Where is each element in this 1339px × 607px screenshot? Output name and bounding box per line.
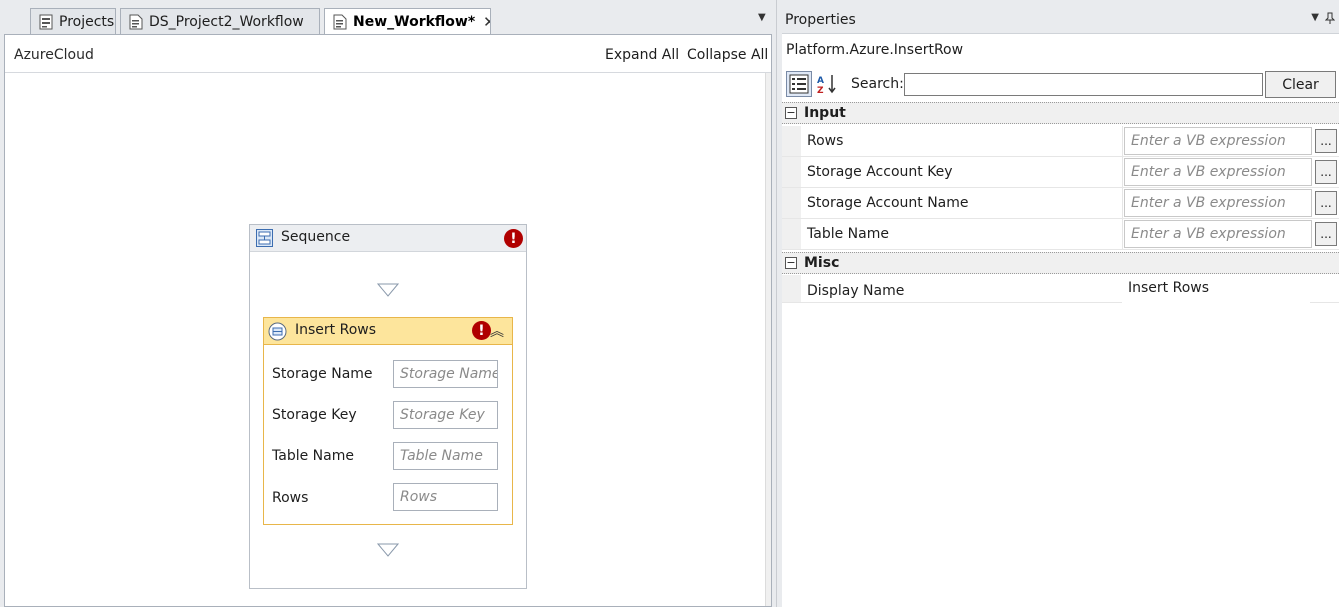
storage-name-label: Storage Name <box>272 366 373 382</box>
document-tab-strip: Projects DS_Project2_Workflow New_Workfl… <box>0 0 776 35</box>
pin-icon[interactable] <box>1324 12 1336 27</box>
panel-controls: ▼ <box>1311 12 1336 27</box>
tab-label: DS_Project2_Workflow <box>149 13 304 30</box>
properties-titlebar: Properties ▼ <box>782 0 1339 34</box>
property-value-input[interactable]: Enter a VB expression <box>1124 189 1312 217</box>
property-name: Table Name <box>807 226 889 242</box>
row-gutter <box>782 275 801 302</box>
property-search-input[interactable] <box>904 73 1263 96</box>
tab-list-dropdown-icon[interactable]: ▼ <box>758 12 766 23</box>
property-row-storage-account-key[interactable]: Storage Account Key Enter a VB expressio… <box>782 157 1339 188</box>
clear-button[interactable]: Clear <box>1265 71 1336 98</box>
workflow-file-icon <box>129 14 143 30</box>
rows-label: Rows <box>272 490 309 506</box>
property-row-storage-account-name[interactable]: Storage Account Name Enter a VB expressi… <box>782 188 1339 219</box>
property-name: Display Name <box>807 283 905 299</box>
collapse-category-icon[interactable]: − <box>785 107 797 119</box>
tab-label: New_Workflow* <box>353 14 476 30</box>
column-divider <box>1122 219 1123 249</box>
insert-rows-activity[interactable]: Insert Rows ! ︽ Storage Name Storage Nam… <box>263 317 513 525</box>
row-gutter <box>782 157 801 187</box>
category-label: Misc <box>804 255 840 271</box>
sequence-title: Sequence <box>281 229 351 245</box>
sequence-icon <box>256 229 273 247</box>
properties-panel: Properties ▼ Platform.Azure.InsertRow AZ… <box>782 0 1339 607</box>
expression-editor-button[interactable]: ... <box>1315 222 1337 246</box>
error-icon: ! <box>504 229 523 248</box>
breadcrumb[interactable]: AzureCloud <box>14 47 94 63</box>
search-label: Search: <box>851 76 904 92</box>
svg-text:A: A <box>817 76 824 86</box>
designer-pane: Projects DS_Project2_Workflow New_Workfl… <box>0 0 776 607</box>
row-gutter <box>782 219 801 249</box>
category-label: Input <box>804 105 846 121</box>
activity-title: Insert Rows <box>295 322 377 338</box>
property-row-display-name[interactable]: Display Name Insert Rows <box>782 275 1339 303</box>
expression-editor-button[interactable]: ... <box>1315 160 1337 184</box>
expand-all-button[interactable]: Expand All <box>605 47 679 63</box>
properties-toolbar: AZ Search: Clear <box>782 68 1339 100</box>
sequence-header: Sequence ! <box>250 225 526 252</box>
drop-target-arrow-icon[interactable] <box>377 543 399 557</box>
column-divider <box>1122 126 1123 156</box>
property-name: Storage Account Name <box>807 195 969 211</box>
property-name: Rows <box>807 133 844 149</box>
selected-activity-type: Platform.Azure.InsertRow <box>786 42 964 58</box>
property-row-table-name[interactable]: Table Name Enter a VB expression ... <box>782 219 1339 250</box>
insert-rows-icon <box>268 322 287 341</box>
workflow-designer-canvas[interactable]: AzureCloud Expand All Collapse All Seque… <box>4 34 772 607</box>
column-divider <box>1122 188 1123 218</box>
expression-editor-button[interactable]: ... <box>1315 191 1337 215</box>
error-icon: ! <box>472 321 491 340</box>
category-input[interactable]: − Input <box>782 102 1339 124</box>
property-value-input[interactable]: Enter a VB expression <box>1124 158 1312 186</box>
panel-menu-icon[interactable]: ▼ <box>1311 12 1319 27</box>
property-value-input[interactable]: Enter a VB expression <box>1124 220 1312 248</box>
close-tab-icon[interactable]: ✕ <box>483 13 490 31</box>
sort-alphabetical-icon[interactable]: AZ <box>814 71 840 97</box>
sequence-activity[interactable]: Sequence ! Insert Rows ! ︽ Storage Name … <box>249 224 527 589</box>
workflow-file-icon <box>333 14 347 30</box>
vertical-scrollbar[interactable] <box>765 73 771 606</box>
expression-editor-button[interactable]: ... <box>1315 129 1337 153</box>
category-misc[interactable]: − Misc <box>782 252 1339 274</box>
property-name: Storage Account Key <box>807 164 953 180</box>
rows-input[interactable]: Rows <box>393 483 498 511</box>
tab-new-workflow[interactable]: New_Workflow* ✕ <box>324 8 491 35</box>
storage-key-label: Storage Key <box>272 407 357 423</box>
property-value-input[interactable]: Enter a VB expression <box>1124 127 1312 155</box>
tab-projects[interactable]: Projects <box>30 8 116 34</box>
drop-target-arrow-icon[interactable] <box>377 283 399 297</box>
categorized-view-icon[interactable] <box>786 71 812 97</box>
collapse-chevron-icon[interactable]: ︽ <box>490 321 504 341</box>
storage-key-input[interactable]: Storage Key <box>393 401 498 429</box>
display-name-input[interactable]: Insert Rows <box>1122 275 1310 303</box>
collapse-all-button[interactable]: Collapse All <box>687 47 768 63</box>
projects-icon <box>39 14 53 30</box>
tab-label: Projects <box>59 13 115 30</box>
table-name-input[interactable]: Table Name <box>393 442 498 470</box>
row-gutter <box>782 126 801 156</box>
tab-ds-project2-workflow[interactable]: DS_Project2_Workflow <box>120 8 320 34</box>
property-row-rows[interactable]: Rows Enter a VB expression ... <box>782 126 1339 157</box>
table-name-label: Table Name <box>272 448 354 464</box>
panel-title: Properties <box>785 12 856 28</box>
collapse-category-icon[interactable]: − <box>785 257 797 269</box>
storage-name-input[interactable]: Storage Name <box>393 360 498 388</box>
svg-text:Z: Z <box>817 86 824 96</box>
column-divider <box>1122 157 1123 187</box>
activity-header: Insert Rows ! ︽ <box>264 318 512 345</box>
designer-header: AzureCloud Expand All Collapse All <box>5 35 771 73</box>
row-gutter <box>782 188 801 218</box>
